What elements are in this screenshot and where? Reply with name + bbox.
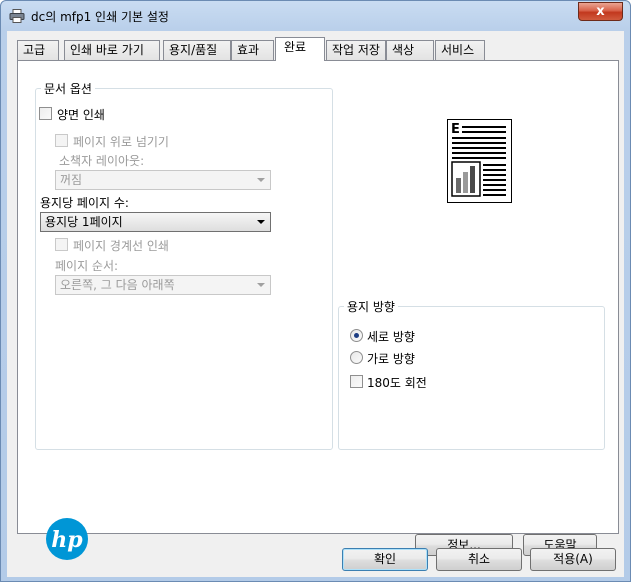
radio-selected-dot <box>354 333 359 338</box>
booklet-layout-label: 소책자 레이아웃: <box>59 154 145 168</box>
hp-logo: hp <box>46 518 88 560</box>
hp-logo-icon: hp <box>51 527 83 553</box>
page-order-label: 페이지 순서: <box>55 259 119 273</box>
chevron-down-icon <box>257 178 265 182</box>
tab-printing-shortcuts[interactable]: 인쇄 바로 가기 <box>64 40 160 60</box>
rotate-180-label: 180도 회전 <box>367 376 427 390</box>
flip-pages-up-checkbox[interactable] <box>55 134 68 147</box>
hp-logo-text: hp <box>51 527 83 553</box>
tab-finishing[interactable]: 완료 <box>275 37 325 61</box>
tab-services[interactable]: 서비스 <box>435 40 485 60</box>
portrait-radio[interactable] <box>350 329 363 342</box>
chevron-down-icon <box>257 283 265 287</box>
page-order-select[interactable]: 오른쪽, 그 다음 아래쪽 <box>55 275 271 295</box>
cancel-button[interactable]: 취소 <box>436 548 522 571</box>
tab-job-storage[interactable]: 작업 저장 <box>326 40 386 60</box>
print-page-borders-label: 페이지 경계선 인쇄 <box>73 239 169 253</box>
finishing-panel: 문서 옵션 양면 인쇄 페이지 위로 넘기기 소책자 레이아웃: 꺼짐 용지당 … <box>17 60 619 560</box>
rotate-180-checkbox[interactable] <box>350 375 363 388</box>
landscape-radio[interactable] <box>350 351 363 364</box>
portrait-label: 세로 방향 <box>367 330 415 344</box>
pages-per-sheet-label: 용지당 페이지 수: <box>40 196 129 210</box>
close-button[interactable]: x <box>578 2 623 21</box>
landscape-label: 가로 방향 <box>367 352 415 366</box>
duplex-label: 양면 인쇄 <box>57 108 105 122</box>
tab-color[interactable]: 색상 <box>386 40 434 60</box>
booklet-layout-select[interactable]: 꺼짐 <box>55 170 271 190</box>
tab-effects[interactable]: 효과 <box>231 40 274 60</box>
tab-strip: 고급 인쇄 바로 가기 용지/품질 효과 완료 작업 저장 색상 서비스 <box>17 37 617 62</box>
booklet-layout-value: 꺼짐 <box>60 173 83 187</box>
document-options-title: 문서 옵션 <box>41 80 95 97</box>
flip-pages-up-label: 페이지 위로 넘기기 <box>73 135 169 149</box>
printer-icon <box>9 9 25 23</box>
close-icon: x <box>596 4 605 19</box>
pages-per-sheet-value: 용지당 1페이지 <box>45 215 123 229</box>
title-bar[interactable]: dc의 mfp1 인쇄 기본 설정 x <box>1 1 630 31</box>
window-title: dc의 mfp1 인쇄 기본 설정 <box>31 10 169 24</box>
print-page-borders-checkbox[interactable] <box>55 238 68 251</box>
tab-advanced[interactable]: 고급 <box>17 40 59 60</box>
page-preview-image: E <box>447 119 512 203</box>
apply-button[interactable]: 적용(A) <box>530 548 616 571</box>
ok-button[interactable]: 확인 <box>342 548 428 571</box>
pages-per-sheet-select[interactable]: 용지당 1페이지 <box>40 212 271 232</box>
dialog-client: 고급 인쇄 바로 가기 용지/품질 효과 완료 작업 저장 색상 서비스 문서 … <box>7 31 624 577</box>
svg-text:E: E <box>451 122 460 137</box>
orientation-title: 용지 방향 <box>344 298 398 315</box>
document-preview-icon: E <box>451 122 506 197</box>
duplex-checkbox[interactable] <box>39 107 52 120</box>
page-order-value: 오른쪽, 그 다음 아래쪽 <box>60 278 175 292</box>
printing-preferences-window: dc의 mfp1 인쇄 기본 설정 x 고급 인쇄 바로 가기 용지/품질 효과… <box>0 0 631 582</box>
tab-paper-quality[interactable]: 용지/품질 <box>163 40 231 60</box>
chevron-down-icon <box>257 220 265 224</box>
